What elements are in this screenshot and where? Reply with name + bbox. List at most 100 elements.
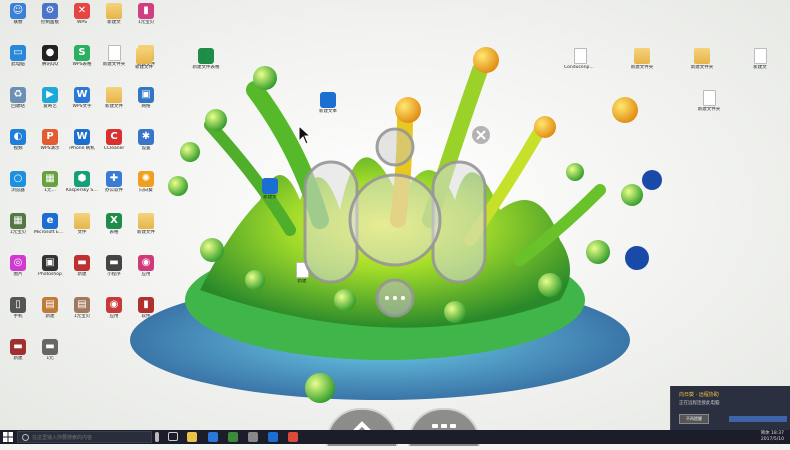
desktop-icon[interactable]: P WPS演示 bbox=[34, 129, 66, 169]
desktop-icon[interactable]: ▣ 网络 bbox=[130, 87, 162, 127]
app-icon: ▣ bbox=[42, 255, 58, 271]
desktop-file[interactable]: 新建文 bbox=[254, 178, 286, 218]
taskbar-search[interactable] bbox=[17, 431, 152, 443]
desktop-icon-label: CCleaner bbox=[103, 146, 125, 151]
app-icon: ⚙ bbox=[42, 3, 58, 19]
app-icon-3[interactable] bbox=[288, 432, 298, 442]
desktop-icon[interactable]: W WPS文字 bbox=[66, 87, 98, 127]
app-icon: ◉ bbox=[106, 297, 122, 313]
desktop-icon[interactable]: ▤ 新建 bbox=[34, 297, 66, 337]
microphone-icon[interactable] bbox=[155, 432, 159, 442]
folder-icon bbox=[106, 3, 122, 19]
desktop-file[interactable]: 新建文件表格 bbox=[190, 48, 222, 88]
desktop-icon-label: Kaspersky Secure bbox=[66, 188, 98, 193]
desktop-icon[interactable]: ◎ 图片 bbox=[2, 255, 34, 295]
desktop-icon[interactable]: e Microsoft Edge bbox=[34, 213, 66, 253]
desktop-icon[interactable]: S WPS表格 bbox=[66, 45, 98, 85]
desktop-icon[interactable]: ▬ 小程序 bbox=[98, 255, 130, 295]
desktop-file[interactable]: 新建文件夹 bbox=[693, 90, 725, 130]
desktop-icon[interactable]: ▬ 新建 bbox=[2, 339, 34, 379]
desktop-icon[interactable]: ▣ Photoshop bbox=[34, 255, 66, 295]
gesture-top-circle bbox=[375, 127, 415, 167]
desktop-icon[interactable]: ▬ 1元 bbox=[34, 339, 66, 379]
app-icon-2[interactable] bbox=[248, 432, 258, 442]
desktop-icon[interactable]: ▭ 此电脑 bbox=[2, 45, 34, 85]
desktop-icon[interactable]: ● 腾讯QQ bbox=[34, 45, 66, 85]
desktop-file[interactable]: Conducenpo... bbox=[564, 48, 596, 88]
windows-start-icon[interactable] bbox=[3, 432, 13, 442]
desktop-icon[interactable]: ▦ 1元... bbox=[34, 171, 66, 211]
desktop-icon-label: WPS文字 bbox=[72, 104, 92, 109]
desktop-icon[interactable]: ▶ 爱奇艺 bbox=[34, 87, 66, 127]
system-clock[interactable]: 简体 18:37 2017/5/10 bbox=[761, 431, 784, 443]
desktop-icon[interactable]: ⚙ 控制面板 bbox=[34, 3, 66, 43]
desktop-icon[interactable]: C CCleaner bbox=[98, 129, 130, 169]
close-icon[interactable] bbox=[471, 125, 491, 145]
desktop-icon[interactable]: ✕ WPS bbox=[66, 3, 98, 43]
desktop-icon[interactable]: ✱ 设置 bbox=[130, 129, 162, 169]
desktop-icon-label: WPS演示 bbox=[40, 146, 60, 151]
desktop-icon-label: 回收站 bbox=[11, 104, 25, 109]
desktop-icon[interactable]: ▮ 软件 bbox=[130, 297, 162, 337]
folder-icon bbox=[138, 213, 154, 229]
word-icon: W bbox=[74, 129, 90, 145]
desktop-icon[interactable]: ○ 浏览器 bbox=[2, 171, 34, 211]
dismiss-button[interactable]: 不再提醒 bbox=[679, 414, 709, 424]
desktop-icon-label: Photoshop bbox=[38, 272, 62, 277]
desktop-icon[interactable]: 新建文 bbox=[98, 3, 130, 43]
notification-title: 向日葵 · 远程协助 bbox=[679, 392, 719, 398]
desktop-icon[interactable]: X 表格 bbox=[98, 213, 130, 253]
desktop-icon[interactable]: ◐ 视频 bbox=[2, 129, 34, 169]
app-icon-1[interactable] bbox=[228, 432, 238, 442]
desktop-file-label: 新建文件 bbox=[135, 65, 153, 70]
app-icon: ✚ bbox=[106, 171, 122, 187]
desktop-icon-label: 新建文件 bbox=[137, 230, 155, 235]
notification-toast[interactable]: 向日葵 · 远程协助 正在远程连接此电脑 不再提醒 bbox=[670, 386, 790, 430]
desktop-icon[interactable]: 新建文件 bbox=[98, 87, 130, 127]
app-icon: ▤ bbox=[74, 297, 90, 313]
desktop-icon[interactable]: ▯ 手机 bbox=[2, 297, 34, 337]
store-icon[interactable] bbox=[208, 432, 218, 442]
clock-date: 2017/5/10 bbox=[760, 437, 784, 442]
desktop-icon-label: 新建文 bbox=[107, 20, 121, 25]
desktop-icon-label: Microsoft Edge bbox=[34, 230, 66, 235]
desktop[interactable]: ☺ 联想 ⚙ 控制面板 ✕ WPS 新建文 ▮ 1元宝贝 ▭ 此电脑 ● 腾讯QQ S WPS表格 新建文件夹… bbox=[0, 0, 790, 430]
desktop-file[interactable]: 新建文件夹 bbox=[686, 48, 718, 88]
desktop-icon-label: 办公软件 bbox=[105, 188, 123, 193]
desktop-icon[interactable]: 新建文件 bbox=[130, 213, 162, 253]
desktop-icon[interactable]: ▦ 1元宝贝 bbox=[2, 213, 34, 253]
app-icon: C bbox=[106, 129, 122, 145]
app-icon: ♻ bbox=[10, 87, 26, 103]
desktop-icon-label: 新建文件夹 bbox=[102, 62, 126, 67]
desktop-icon[interactable]: ▬ 新建 bbox=[66, 255, 98, 295]
desktop-file-label: 新建文本 bbox=[319, 109, 337, 114]
desktop-file[interactable]: 新建文 bbox=[744, 48, 776, 88]
desktop-icon[interactable]: ✚ 办公软件 bbox=[98, 171, 130, 211]
desktop-icon[interactable]: 新建文件夹 bbox=[98, 45, 130, 85]
file-explorer-icon[interactable] bbox=[187, 432, 197, 442]
desktop-icon[interactable]: ◉ 应用 bbox=[130, 255, 162, 295]
task-view-icon[interactable] bbox=[168, 432, 178, 441]
desktop-icon[interactable]: ✺ 向日葵 bbox=[130, 171, 162, 211]
desktop-icon-label: 1元宝贝 bbox=[73, 314, 91, 319]
desktop-icon-label: 网络 bbox=[141, 104, 151, 109]
mouse-cursor-icon bbox=[298, 125, 312, 145]
desktop-icon-label: 新建 bbox=[45, 314, 55, 319]
desktop-icon-label: WPS bbox=[76, 20, 88, 25]
desktop-icon[interactable]: ⬢Kaspersky Secure bbox=[66, 171, 98, 211]
notification-action-bar[interactable] bbox=[729, 416, 787, 422]
desktop-file[interactable]: 新建文件 bbox=[128, 48, 160, 88]
desktop-icon[interactable]: ▤ 1元宝贝 bbox=[66, 297, 98, 337]
edge-icon[interactable] bbox=[268, 432, 278, 442]
desktop-icon[interactable]: WiPhone 刷机 bbox=[66, 129, 98, 169]
desktop-icon[interactable]: ♻ 回收站 bbox=[2, 87, 34, 127]
desktop-icon[interactable]: 文件 bbox=[66, 213, 98, 253]
language-indicator[interactable]: 简体 bbox=[761, 431, 770, 436]
desktop-file[interactable]: 新建文件夹 bbox=[626, 48, 658, 88]
desktop-icon[interactable]: ☺ 联想 bbox=[2, 3, 34, 43]
desktop-icon[interactable]: ▮ 1元宝贝 bbox=[130, 3, 162, 43]
desktop-icon[interactable]: ◉ 应用 bbox=[98, 297, 130, 337]
desktop-icon-label: 1元... bbox=[44, 188, 56, 193]
search-input[interactable] bbox=[32, 433, 147, 442]
doc-icon bbox=[753, 48, 767, 64]
